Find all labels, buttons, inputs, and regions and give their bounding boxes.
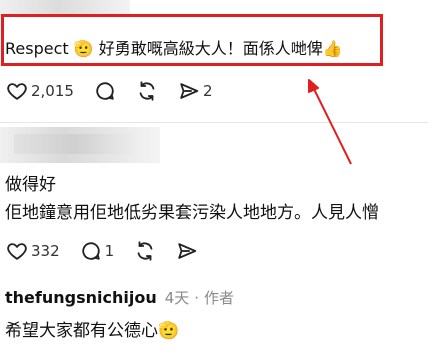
reply-share-button[interactable] <box>176 240 198 262</box>
reply-comment-count: 1 <box>104 242 115 260</box>
reply-like-button[interactable]: 332 <box>6 240 60 262</box>
heart-icon <box>7 243 27 260</box>
meta-separator: · <box>194 289 200 307</box>
reply-like-count: 332 <box>31 242 60 260</box>
repost-icon <box>137 241 153 261</box>
comment-bubble-icon <box>81 242 100 260</box>
send-icon <box>178 243 197 259</box>
author-tag: 作者 <box>204 289 235 307</box>
reply-comment-button[interactable]: 1 <box>80 240 115 262</box>
reply-actions: 332 1 <box>6 240 218 262</box>
author-username[interactable]: thefungsnichijou <box>5 288 157 307</box>
reply-repost-button[interactable] <box>134 240 156 262</box>
reply2-header: thefungsnichijou 4天 · 作者 <box>5 287 234 308</box>
blurred-reply-username-inner <box>14 134 134 154</box>
reply-timestamp: 4天 <box>164 289 190 307</box>
reply-text-line-1: 做得好 <box>5 175 56 195</box>
reply2-text: 希望大家都有公德心🫡 <box>5 321 180 341</box>
reply-text-line-2: 佢地鐘意用佢地低劣果套污染人地地方。人見人憎 <box>5 203 379 223</box>
